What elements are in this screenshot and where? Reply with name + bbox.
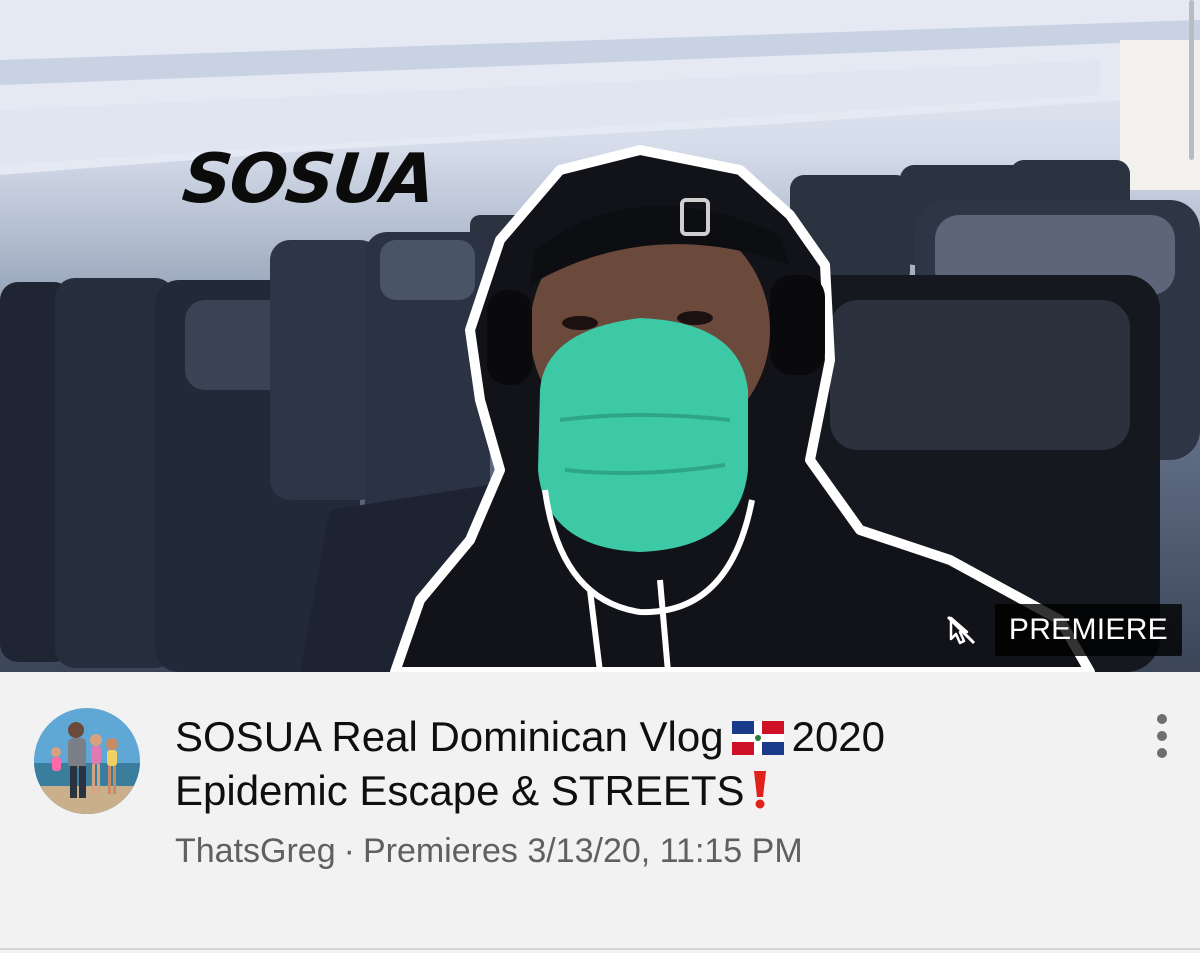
thumbnail-overlay-title: SOSUA	[178, 140, 438, 219]
dominican-republic-flag-icon	[731, 714, 784, 755]
channel-name[interactable]: ThatsGreg	[175, 832, 336, 870]
more-vertical-icon[interactable]	[1146, 714, 1178, 758]
video-meta: ThatsGreg · Premieres 3/13/20, 11:15 PM	[175, 832, 803, 871]
video-thumbnail[interactable]: SOSUA PREMIERE	[0, 0, 1200, 672]
premiere-badge: PREMIERE	[994, 604, 1182, 656]
meta-separator: ·	[343, 832, 355, 870]
title-part-2: 2020	[791, 713, 886, 760]
premiere-badge-area: PREMIERE	[941, 604, 1182, 656]
title-part-3: Epidemic Escape & STREETS	[175, 767, 745, 814]
video-info-row: SOSUA Real Dominican Vlog 2020 Epidemic E…	[0, 672, 1200, 948]
red-exclamation-icon	[749, 768, 771, 809]
channel-avatar[interactable]	[34, 708, 140, 814]
premiere-status: Premieres 3/13/20, 11:15 PM	[362, 832, 803, 870]
cursor-off-icon	[941, 610, 981, 650]
scrollbar-thumb[interactable]	[1189, 0, 1194, 160]
thumbnail-scene	[0, 0, 1200, 672]
video-title[interactable]: SOSUA Real Dominican Vlog 2020 Epidemic E…	[175, 710, 1075, 818]
title-part-1: SOSUA Real Dominican Vlog	[175, 713, 724, 760]
bottom-divider	[0, 948, 1200, 950]
